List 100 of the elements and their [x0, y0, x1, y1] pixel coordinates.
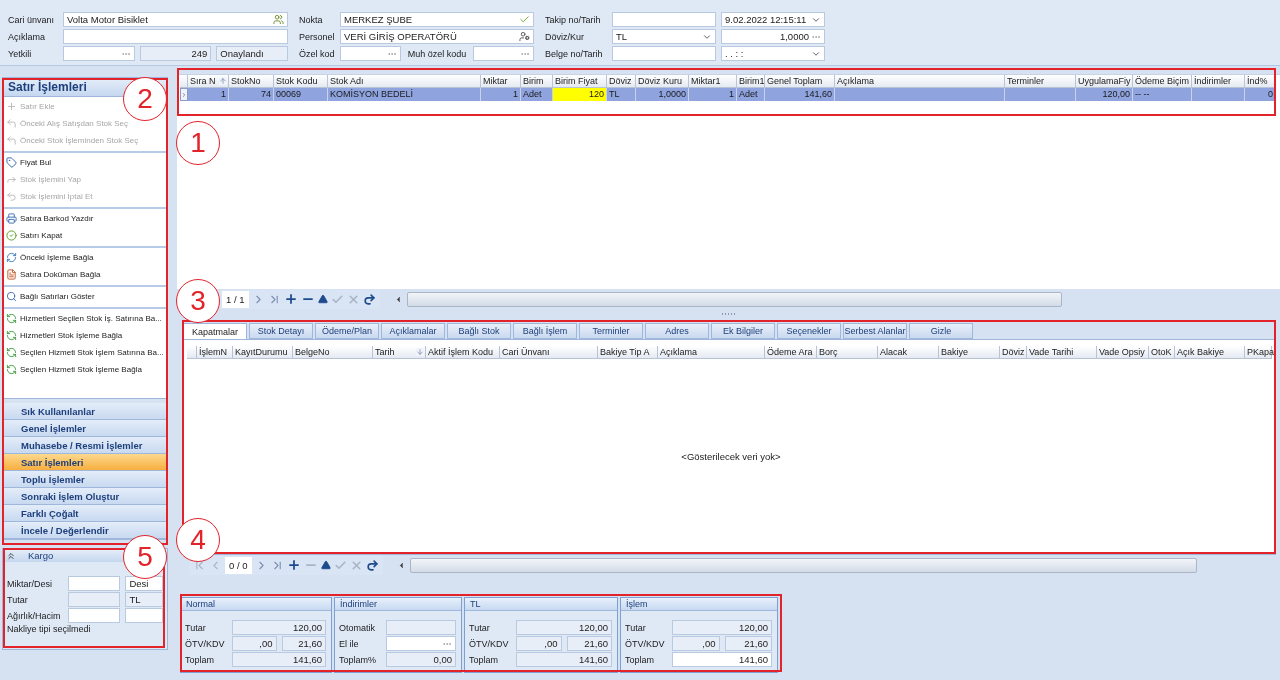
tab[interactable]: Bağlı Stok: [447, 323, 511, 339]
column-header[interactable]: Döviz Kuru: [636, 75, 689, 88]
column-header[interactable]: Açıklama: [835, 75, 1005, 88]
sort-descending-icon[interactable]: [416, 348, 424, 356]
column-header[interactable]: Miktar: [481, 75, 521, 88]
column-header[interactable]: Genel Toplam: [765, 75, 835, 88]
dropdown-field[interactable]: TL: [612, 29, 716, 44]
input-field[interactable]: 0,00: [386, 652, 456, 667]
column-header[interactable]: Sıra N: [188, 75, 229, 88]
move-up-icon[interactable]: [320, 560, 331, 570]
tab[interactable]: Ödeme/Plan: [315, 323, 379, 339]
input-field[interactable]: ,00: [232, 636, 277, 651]
input-field[interactable]: Desi: [125, 576, 163, 591]
column-header[interactable]: UygulamaFiy: [1076, 75, 1133, 88]
column-header[interactable]: Birim1: [737, 75, 765, 88]
column-header[interactable]: Alacak: [878, 346, 939, 359]
input-field[interactable]: MERKEZ ŞUBE: [340, 12, 534, 27]
column-header[interactable]: Terminler: [1005, 75, 1076, 88]
dropdown-field[interactable]: . . : :: [721, 46, 825, 61]
tab[interactable]: Gizle: [909, 323, 973, 339]
column-header[interactable]: Vade Tarihi: [1027, 346, 1097, 359]
column-header[interactable]: Stok Adı: [328, 75, 481, 88]
refresh-icon[interactable]: [365, 558, 379, 572]
user-icon[interactable]: [519, 31, 530, 42]
column-header[interactable]: Aktif İşlem Kodu: [426, 346, 500, 359]
input-field[interactable]: [63, 29, 288, 44]
action-item[interactable]: Satıra Doküman Bağla: [3, 266, 101, 283]
column-header[interactable]: İndirimler: [1192, 75, 1245, 88]
column-header[interactable]: İşlemN: [197, 346, 233, 359]
action-item[interactable]: Önceki İşleme Bağla: [3, 249, 94, 266]
column-header[interactable]: Borç: [817, 346, 878, 359]
input-field[interactable]: [612, 46, 716, 61]
input-field[interactable]: 120,00: [516, 620, 612, 635]
action-item[interactable]: Hizmetleri Seçilen Stok İş. Satırına Ba...: [3, 310, 162, 327]
tab[interactable]: Terminler: [579, 323, 643, 339]
input-field[interactable]: [68, 576, 121, 591]
column-header[interactable]: Stok Kodu: [274, 75, 328, 88]
input-field[interactable]: VERİ GİRİŞ OPERATÖRÜ: [340, 29, 534, 44]
input-field[interactable]: [473, 46, 534, 61]
input-field[interactable]: [386, 620, 456, 635]
column-header[interactable]: StokNo: [229, 75, 274, 88]
column-header[interactable]: Miktar1: [689, 75, 737, 88]
column-header[interactable]: Ödeme Biçim: [1133, 75, 1192, 88]
row-indicator[interactable]: [180, 88, 188, 101]
column-header[interactable]: Açıklama: [658, 346, 765, 359]
tab[interactable]: Kapatmalar: [183, 323, 247, 339]
collapse-icon[interactable]: [6, 550, 16, 561]
section-button[interactable]: İncele / Değerlendir: [3, 522, 167, 539]
tab[interactable]: Stok Detayı: [249, 323, 313, 339]
column-header[interactable]: Tarih: [373, 346, 426, 359]
action-item[interactable]: Satırı Kapat: [3, 227, 63, 244]
section-button[interactable]: Sonraki İşlem Oluştur: [3, 488, 167, 505]
input-field[interactable]: [340, 46, 401, 61]
column-header[interactable]: Birim Fiyat: [553, 75, 607, 88]
input-field[interactable]: 21,60: [281, 636, 326, 651]
check-icon[interactable]: [519, 14, 530, 25]
section-button[interactable]: Toplu İşlemler: [3, 471, 167, 488]
column-header[interactable]: BelgeNo: [293, 346, 373, 359]
column-header[interactable]: Birim: [521, 75, 553, 88]
column-header[interactable]: Açık Bakiye: [1175, 346, 1245, 359]
tab[interactable]: Seçenekler: [777, 323, 841, 339]
input-field[interactable]: 120,00: [232, 620, 326, 635]
input-field[interactable]: 141,60: [516, 652, 612, 667]
tab[interactable]: Bağlı İşlem: [513, 323, 577, 339]
column-header[interactable]: Vade Opsiy: [1097, 346, 1149, 359]
tab[interactable]: Açıklamalar: [381, 323, 445, 339]
column-header[interactable]: Bakiye Tip A: [598, 346, 658, 359]
dropdown-field[interactable]: 9.02.2022 12:15:11: [721, 12, 825, 27]
column-header[interactable]: Ödeme Ara: [765, 346, 817, 359]
section-button[interactable]: Genel İşlemler: [3, 420, 167, 437]
tab[interactable]: Ek Bilgiler: [711, 323, 775, 339]
move-up-icon[interactable]: [317, 294, 328, 304]
input-field[interactable]: [68, 608, 121, 623]
input-field[interactable]: 1,0000: [721, 29, 825, 44]
input-field[interactable]: ,00: [516, 636, 562, 651]
action-item[interactable]: Hizmetleri Stok İşleme Bağla: [3, 327, 123, 344]
refresh-icon[interactable]: [362, 292, 376, 306]
input-field[interactable]: 141,60: [232, 652, 326, 667]
action-item[interactable]: Seçilen Hizmeti Stok İşlem Satırına Ba...: [3, 344, 164, 361]
input-field[interactable]: 21,60: [724, 636, 772, 651]
section-button[interactable]: Farklı Çoğalt: [3, 505, 167, 522]
input-field[interactable]: Volta Motor Bisiklet: [63, 12, 288, 27]
column-header[interactable]: Döviz: [607, 75, 636, 88]
input-field[interactable]: 21,60: [566, 636, 612, 651]
tab[interactable]: Adres: [645, 323, 709, 339]
input-field[interactable]: 249: [139, 46, 212, 61]
input-field[interactable]: 141,60: [672, 652, 772, 667]
input-field[interactable]: [386, 636, 456, 651]
column-header[interactable]: Cari Ünvanı: [500, 346, 598, 359]
column-header[interactable]: İnd%: [1245, 75, 1276, 88]
action-item[interactable]: Seçilen Hizmeti Stok İşleme Bağla: [3, 361, 142, 378]
section-button[interactable]: Muhasebe / Resmi İşlemler: [3, 437, 167, 454]
input-field[interactable]: TL: [125, 592, 163, 607]
input-field[interactable]: [612, 12, 716, 27]
input-field[interactable]: [125, 608, 163, 623]
tab[interactable]: Serbest Alanlar: [843, 323, 907, 339]
action-item[interactable]: Fiyat Bul: [3, 154, 52, 171]
input-field[interactable]: [68, 592, 121, 607]
column-header[interactable]: KayıtDurumu: [233, 346, 293, 359]
column-header[interactable]: OtoK: [1149, 346, 1175, 359]
